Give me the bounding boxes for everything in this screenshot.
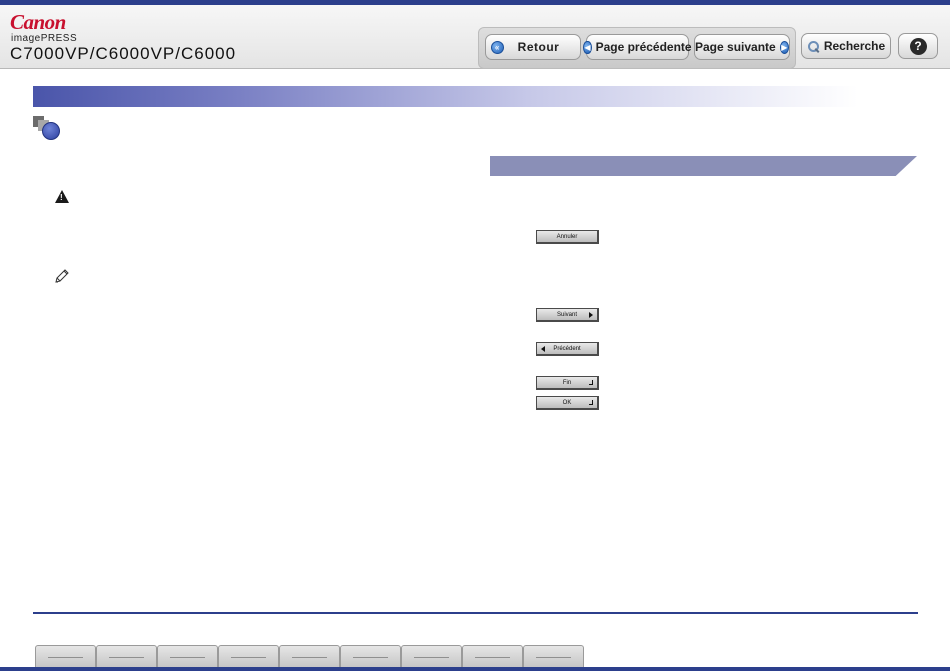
enter-icon xyxy=(589,380,593,385)
bottom-stripe xyxy=(0,667,950,671)
footer-tab-7[interactable] xyxy=(401,645,462,667)
next-screen-button: Suivant xyxy=(536,308,599,322)
footer-tabs xyxy=(35,645,584,667)
footer-tab-4[interactable] xyxy=(218,645,279,667)
previous-screen-button: Précédent xyxy=(536,342,599,356)
left-triangle-icon xyxy=(541,346,545,352)
search-button[interactable]: Recherche xyxy=(801,33,891,59)
footer-tab-3[interactable] xyxy=(157,645,218,667)
footer-tab-2[interactable] xyxy=(96,645,157,667)
section-header-bar xyxy=(490,156,917,176)
cancel-screen-button-label: Annuler xyxy=(556,233,578,240)
search-button-label: Recherche xyxy=(823,39,886,53)
next-screen-button-label: Suivant xyxy=(556,311,577,318)
nav-panel: « Retour ◀ Page précédente Page suivante… xyxy=(478,27,796,69)
finish-screen-button-label: Fin xyxy=(562,379,572,386)
footer-tab-1[interactable] xyxy=(35,645,96,667)
back-button[interactable]: « Retour xyxy=(485,34,581,60)
next-page-button[interactable]: Page suivante ▶ xyxy=(694,34,790,60)
ok-screen-button-label: OK xyxy=(562,399,572,406)
cancel-screen-button: Annuler xyxy=(536,230,599,244)
model-name: C7000VP/C6000VP/C6000 xyxy=(10,44,237,63)
double-left-arrow-icon: « xyxy=(490,40,504,54)
chapter-marker-icon xyxy=(33,116,63,144)
left-arrow-icon: ◀ xyxy=(583,40,592,54)
ok-screen-button: OK xyxy=(536,396,599,410)
header: Canon imagePRESS C7000VP/C6000VP/C6000 «… xyxy=(0,5,950,69)
previous-screen-button-label: Précédent xyxy=(553,345,581,352)
page: Canon imagePRESS C7000VP/C6000VP/C6000 «… xyxy=(0,0,950,671)
footer-tab-6[interactable] xyxy=(340,645,401,667)
footer-rule xyxy=(33,612,918,614)
warning-icon: ! xyxy=(55,190,69,203)
page-title-band xyxy=(33,86,858,107)
right-triangle-icon xyxy=(589,312,593,318)
right-arrow-icon: ▶ xyxy=(779,40,789,54)
magnifier-icon xyxy=(807,40,820,53)
finish-screen-button: Fin xyxy=(536,376,599,390)
canon-logo: Canon xyxy=(10,10,66,34)
pencil-note-icon xyxy=(55,269,69,283)
question-icon: ? xyxy=(909,37,927,55)
prev-page-button-label: Page précédente xyxy=(595,40,692,54)
enter-icon xyxy=(589,400,593,405)
back-button-label: Retour xyxy=(517,40,560,54)
footer-tab-5[interactable] xyxy=(279,645,340,667)
footer-tab-9[interactable] xyxy=(523,645,584,667)
prev-page-button[interactable]: ◀ Page précédente xyxy=(583,34,692,60)
footer-tab-8[interactable] xyxy=(462,645,523,667)
help-button[interactable]: ? xyxy=(898,33,938,59)
next-page-button-label: Page suivante xyxy=(695,40,776,54)
brand-logo: Canon imagePRESS C7000VP/C6000VP/C6000 xyxy=(10,11,270,67)
